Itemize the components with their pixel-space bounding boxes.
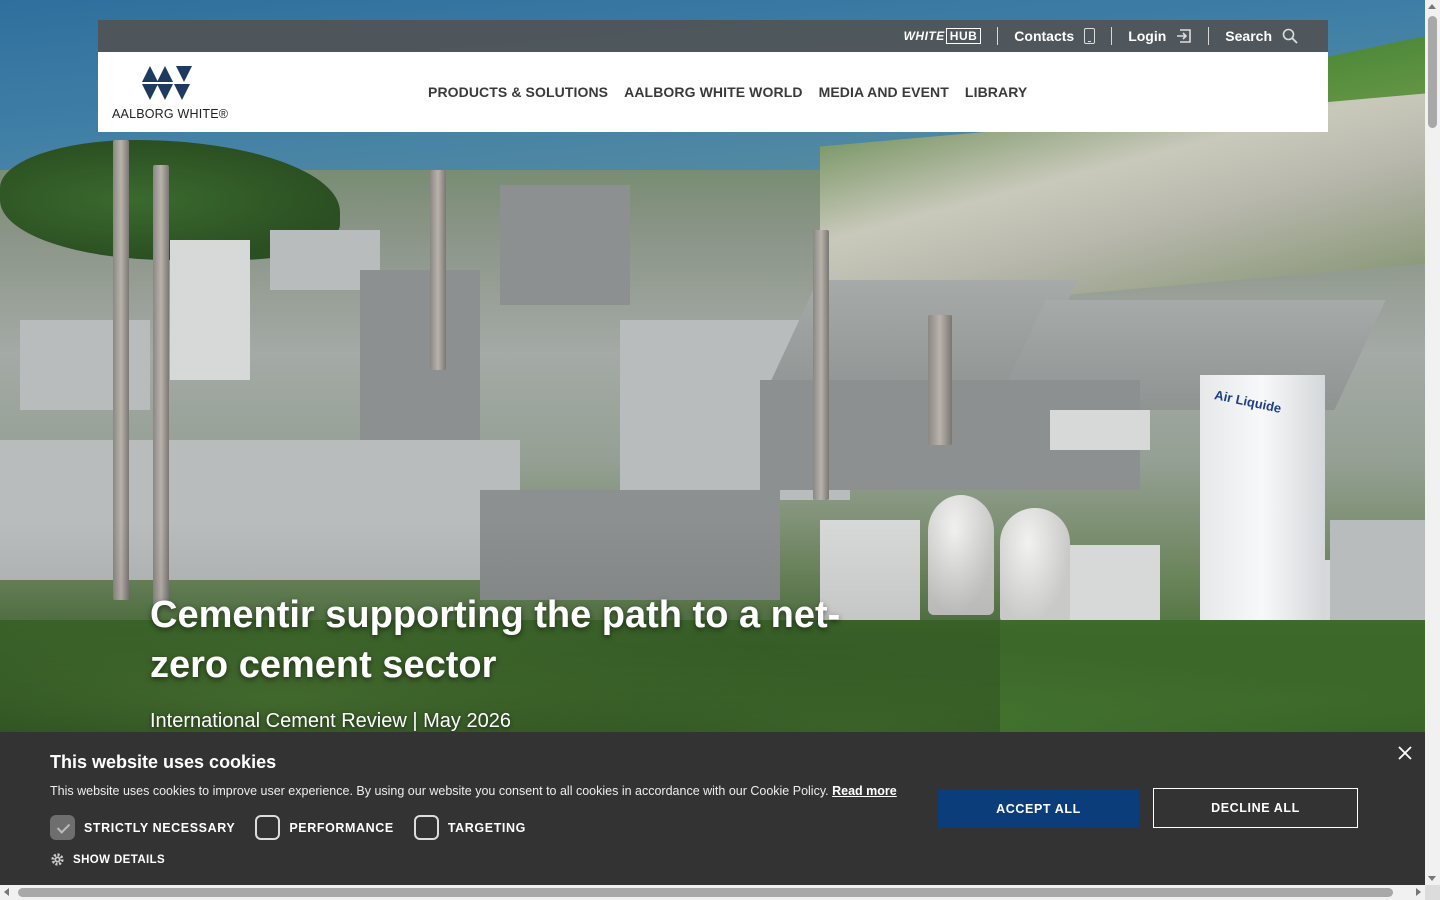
scroll-down-arrow[interactable]: [1428, 876, 1436, 881]
nav-aalborg-white-world[interactable]: AALBORG WHITE WORLD: [624, 84, 802, 100]
cookie-description: This website uses cookies to improve use…: [50, 784, 829, 798]
horizontal-scrollbar[interactable]: [0, 885, 1425, 900]
air-liquide-tower: [1200, 375, 1325, 635]
show-details-toggle[interactable]: SHOW DETAILS: [50, 852, 165, 867]
vertical-scrollbar[interactable]: [1425, 0, 1440, 885]
option-strictly-necessary[interactable]: STRICTLY NECESSARY: [50, 815, 235, 840]
plant-building: [1050, 410, 1150, 450]
white-hub-logo: WHITE HUB: [904, 28, 982, 44]
nav-media-and-event[interactable]: MEDIA AND EVENT: [819, 84, 949, 100]
chimney: [430, 170, 446, 370]
cookie-title: This website uses cookies: [50, 752, 277, 772]
scroll-left-arrow[interactable]: [4, 888, 9, 896]
checkbox-strictly-necessary[interactable]: [50, 815, 75, 840]
silo-building: [500, 185, 630, 305]
option-performance[interactable]: PERFORMANCE: [255, 815, 394, 840]
option-label: STRICTLY NECESSARY: [84, 820, 236, 835]
storage-dome: [1000, 508, 1070, 623]
cookie-options: STRICTLY NECESSARY PERFORMANCE TARGETING: [50, 815, 526, 840]
close-icon[interactable]: [1396, 744, 1414, 762]
gear-icon: [51, 853, 64, 866]
login-link[interactable]: Login: [1112, 26, 1208, 46]
main-menu: PRODUCTS & SOLUTIONS AALBORG WHITE WORLD…: [428, 52, 1027, 132]
white-hub-link[interactable]: WHITE HUB: [888, 26, 998, 46]
search-icon: [1282, 28, 1298, 44]
chimney: [928, 315, 952, 445]
aalborg-white-logo[interactable]: AALBORG WHITE®: [112, 64, 232, 122]
top-utility-bar: WHITE HUB Contacts Login Search: [98, 20, 1328, 52]
phone-icon: [1084, 28, 1096, 44]
contacts-label: Contacts: [1014, 28, 1075, 44]
plant-building: [20, 320, 150, 410]
show-details-label: SHOW DETAILS: [73, 853, 166, 866]
main-navbar: AALBORG WHITE® PRODUCTS & SOLUTIONS AALB…: [98, 52, 1328, 132]
scroll-right-arrow[interactable]: [1416, 888, 1421, 896]
plant-building: [170, 240, 250, 380]
read-more-link[interactable]: Read more: [832, 784, 897, 798]
search-label: Search: [1225, 28, 1272, 44]
contacts-link[interactable]: Contacts: [998, 26, 1111, 46]
option-label: TARGETING: [447, 820, 526, 835]
scrollbar-corner: [1425, 885, 1440, 900]
logo-text: AALBORG WHITE®: [112, 107, 229, 121]
chimney: [813, 230, 829, 500]
checkbox-targeting[interactable]: [413, 815, 439, 840]
login-label: Login: [1128, 28, 1167, 44]
option-targeting[interactable]: TARGETING: [413, 815, 526, 840]
hero-subtitle: International Cement Review | May 2026: [150, 710, 511, 732]
cookie-banner: This website uses cookies This website u…: [0, 732, 1425, 885]
nav-products-solutions[interactable]: PRODUCTS & SOLUTIONS: [428, 84, 608, 100]
cookie-text: This website uses cookies to improve use…: [50, 784, 897, 798]
scroll-up-arrow[interactable]: [1428, 4, 1436, 9]
hero-title[interactable]: Cementir supporting the path to a net-ze…: [150, 590, 870, 690]
accept-all-button[interactable]: ACCEPT ALL: [938, 789, 1139, 828]
decline-all-button[interactable]: DECLINE ALL: [1153, 788, 1358, 828]
checkbox-performance[interactable]: [255, 815, 281, 840]
search-link[interactable]: Search: [1209, 26, 1314, 46]
logo-mark-icon: [142, 66, 192, 100]
vertical-scroll-thumb[interactable]: [1428, 16, 1437, 128]
nav-library[interactable]: LIBRARY: [965, 84, 1027, 100]
plant-building: [1330, 520, 1425, 620]
option-label: PERFORMANCE: [289, 820, 394, 835]
horizontal-scroll-thumb[interactable]: [18, 888, 1393, 897]
login-icon: [1177, 29, 1192, 43]
